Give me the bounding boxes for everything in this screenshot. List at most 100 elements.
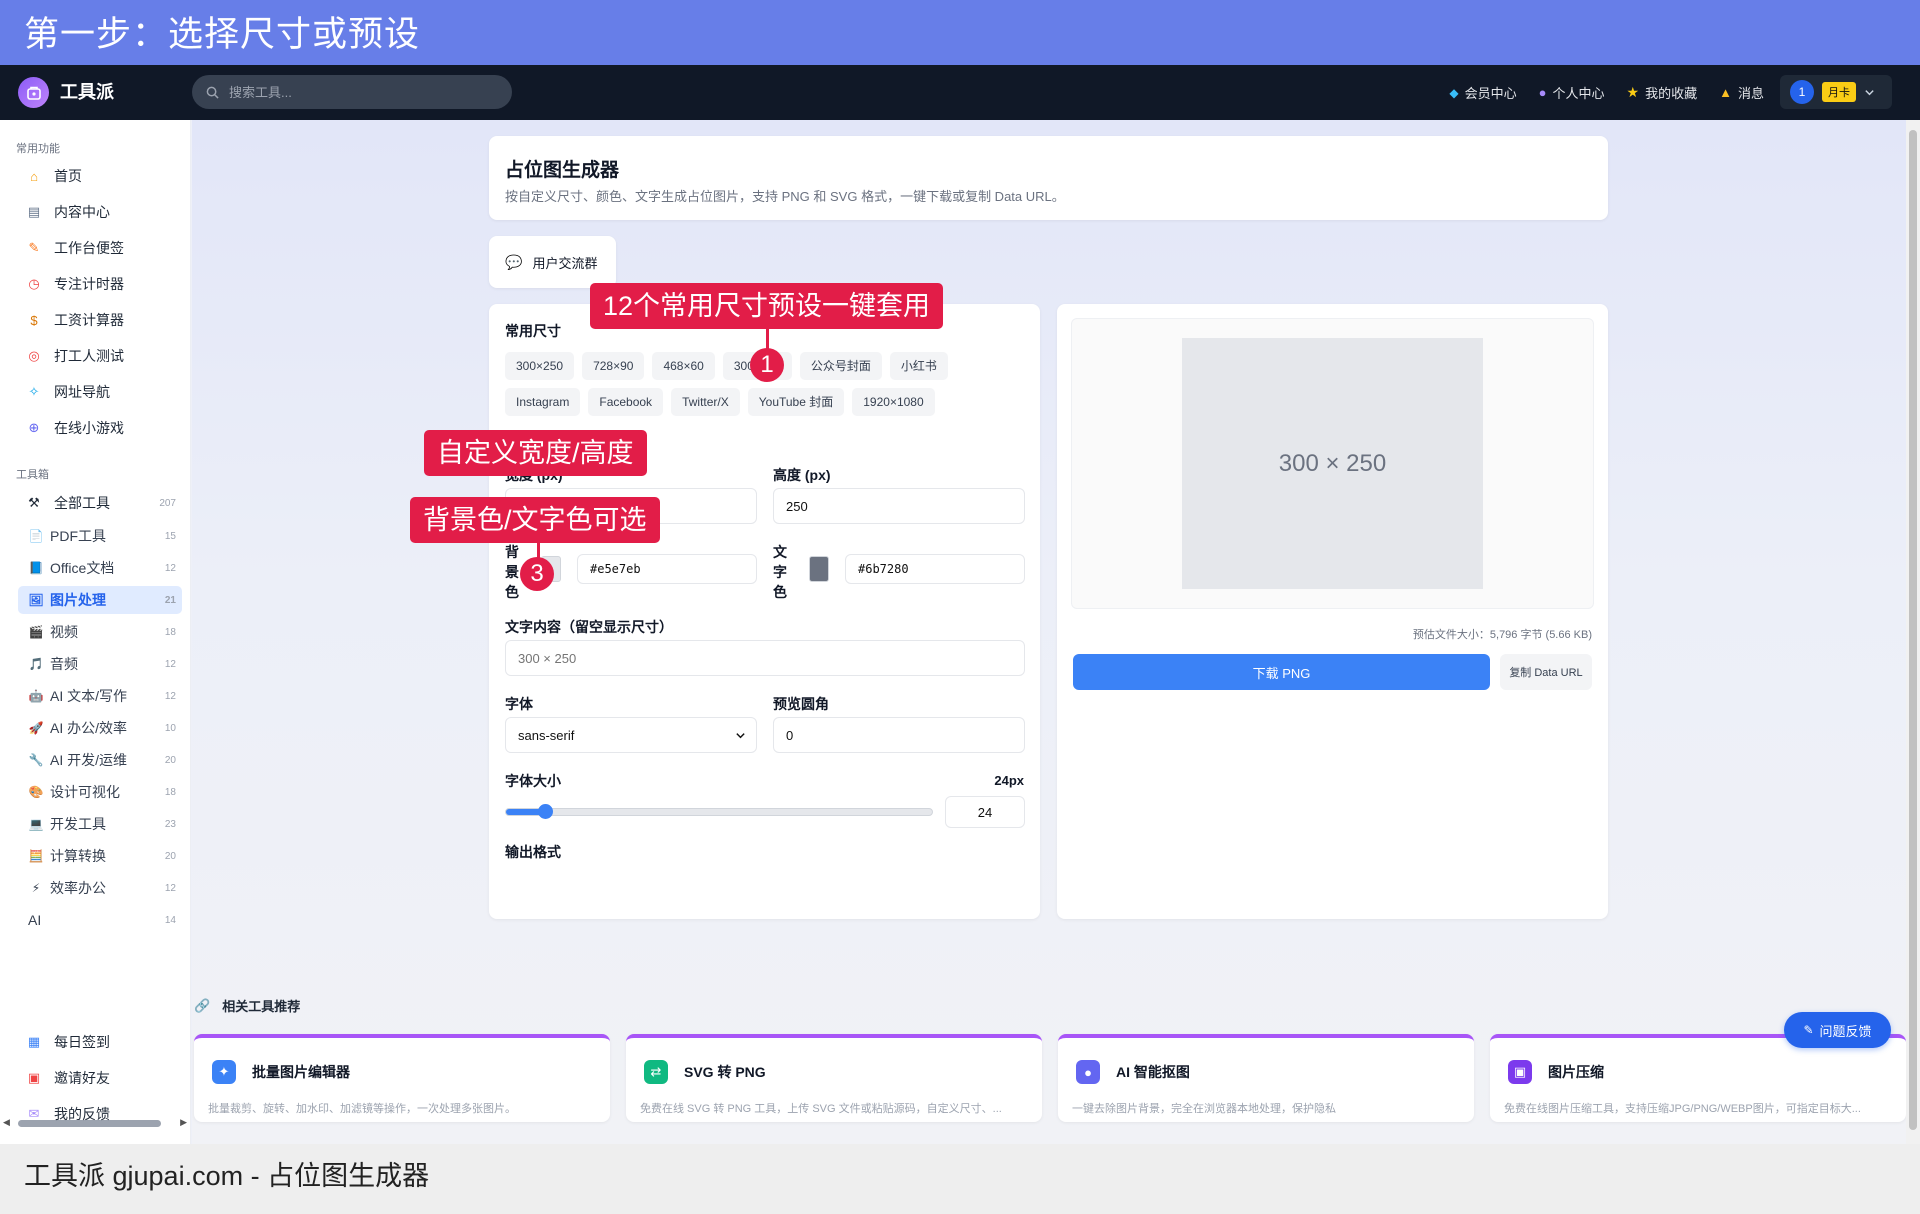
sidebar-item-7[interactable]: ⊕ 在线小游戏 xyxy=(16,412,184,444)
feedback-button[interactable]: ✎ 问题反馈 xyxy=(1784,1012,1891,1048)
sidebar-category-9[interactable]: 💻 开发工具 23 xyxy=(18,810,182,838)
page-header-card: 占位图生成器 按自定义尺寸、颜色、文字生成占位图片，支持 PNG 和 SVG 格… xyxy=(489,136,1608,220)
diamond-icon: ◆ xyxy=(1449,85,1459,100)
height-input[interactable] xyxy=(773,488,1025,524)
sidebar-bottom-item-1[interactable]: ▣ 邀请好友 xyxy=(16,1062,184,1094)
text-content-input[interactable] xyxy=(505,640,1025,676)
speech-bubble-icon: 💬 xyxy=(505,253,523,270)
related-tool-description: 免费在线 SVG 转 PNG 工具，上传 SVG 文件或粘贴源码，自定义尺寸、.… xyxy=(640,1103,1002,1115)
bg-color-label: 背景色 xyxy=(505,544,519,600)
category-icon: 💻 xyxy=(28,817,44,831)
sidebar-item-1[interactable]: ▤ 内容中心 xyxy=(16,196,184,228)
gift-icon: ▣ xyxy=(27,1070,41,1085)
sidebar-item-5[interactable]: ◎ 打工人测试 xyxy=(16,340,184,372)
callout-size: 自定义宽度/高度 xyxy=(424,430,647,476)
sidebar-category-3[interactable]: 🎬 视频 18 xyxy=(18,618,182,646)
user-menu[interactable]: 1 月卡 xyxy=(1780,75,1892,109)
related-tool-description: 一键去除图片背景，完全在浏览器本地处理，保护隐私 xyxy=(1072,1103,1336,1115)
sidebar-item-3[interactable]: ◷ 专注计时器 xyxy=(16,268,184,300)
font-size-display: 24px xyxy=(994,773,1024,788)
page-subtitle: 按自定义尺寸、颜色、文字生成占位图片，支持 PNG 和 SVG 格式，一键下载或… xyxy=(505,189,1065,204)
app-name[interactable]: 工具派 xyxy=(60,79,114,105)
search-icon xyxy=(206,86,219,99)
preset-chip[interactable]: Twitter/X xyxy=(671,388,740,416)
sidebar-section-tools: 工具箱 xyxy=(16,469,49,481)
placeholder-preview-image: 300 × 250 xyxy=(1182,338,1483,589)
preview-panel: 300 × 250 预估文件大小：5,796 字节 (5.66 KB) 下载 P… xyxy=(1057,304,1608,919)
sidebar-category-6[interactable]: 🚀 AI 办公/效率 10 xyxy=(18,714,182,742)
category-icon: 🔧 xyxy=(28,753,44,767)
top-navbar: 工具派 ◆会员中心 ●个人中心 ★我的收藏 ▲消息 1 月卡 xyxy=(0,65,1920,120)
font-select[interactable]: sans-serif xyxy=(505,717,757,753)
sidebar-item-all-tools[interactable]: ⚒ 全部工具 207 xyxy=(16,487,184,519)
sidebar-item-6[interactable]: ✧ 网址导航 xyxy=(16,376,184,408)
sidebar-category-1[interactable]: 📘 Office文档 12 xyxy=(18,554,182,582)
copy-data-url-button[interactable]: 复制 Data URL xyxy=(1500,654,1592,690)
sidebar-category-12[interactable]: AI 14 xyxy=(18,906,182,934)
download-png-button[interactable]: 下载 PNG xyxy=(1073,654,1490,690)
category-icon: 🎵 xyxy=(28,657,44,671)
related-tool-description: 批量裁剪、旋转、加水印、加滤镜等操作，一次处理多张图片。 xyxy=(208,1103,516,1115)
related-tool-card[interactable]: ✦ 批量图片编辑器 批量裁剪、旋转、加水印、加滤镜等操作，一次处理多张图片。 xyxy=(194,1034,610,1122)
sidebar-item-4[interactable]: $ 工资计算器 xyxy=(16,304,184,336)
fg-color-label: 文字色 xyxy=(773,544,787,600)
bg-color-input[interactable] xyxy=(577,554,757,584)
banner-title: 第一步：选择尺寸或预设 xyxy=(0,0,1920,65)
font-size-input[interactable] xyxy=(945,796,1025,828)
related-tool-title: 图片压缩 xyxy=(1548,1064,1604,1080)
search-bar[interactable] xyxy=(192,75,512,109)
preset-chip[interactable]: Instagram xyxy=(505,388,581,416)
sidebar-category-10[interactable]: 🧮 计算转换 20 xyxy=(18,842,182,870)
fg-color-swatch[interactable] xyxy=(809,556,829,582)
logo-icon[interactable] xyxy=(18,77,49,108)
community-group-button[interactable]: 💬 用户交流群 xyxy=(489,236,616,288)
related-tool-description: 免费在线图片压缩工具，支持压缩JPG/PNG/WEBP图片，可指定目标大... xyxy=(1504,1103,1861,1115)
sidebar-bottom-item-2[interactable]: ✉ 我的反馈 xyxy=(16,1098,184,1130)
sidebar-item-2[interactable]: ✎ 工作台便签 xyxy=(16,232,184,264)
related-tool-card[interactable]: ⇄ SVG 转 PNG 免费在线 SVG 转 PNG 工具，上传 SVG 文件或粘贴… xyxy=(626,1034,1042,1122)
main-content xyxy=(192,120,1920,1144)
preset-chip[interactable]: Facebook xyxy=(588,388,664,416)
preset-chip[interactable]: 1920×1080 xyxy=(852,388,935,416)
sidebar: 常用功能 ⌂ 首页 ▤ 内容中心 ✎ 工作台便签 ◷ 专注计时器 $ 工资计算器 ◎ 打工人测试 ✧ 网址… xyxy=(0,120,191,1144)
page-title: 占位图生成器 xyxy=(505,160,620,181)
callout-colors: 背景色/文字色可选 xyxy=(410,497,660,543)
link-icon: 🔗 xyxy=(194,997,211,1013)
presets-label: 常用尺寸 xyxy=(505,323,561,339)
sidebar-category-11[interactable]: ⚡ 效率办公 12 xyxy=(18,874,182,902)
sidebar-category-8[interactable]: 🎨 设计可视化 18 xyxy=(18,778,182,806)
related-tool-card[interactable]: ● AI 智能抠图 一键去除图片背景，完全在浏览器本地处理，保护隐私 xyxy=(1058,1034,1474,1122)
member-center-link[interactable]: ◆ 会员中心 xyxy=(1449,83,1516,102)
callout-presets: 12个常用尺寸预设一键套用 xyxy=(590,283,944,329)
sidebar-category-2[interactable]: 🖼 图片处理 21 xyxy=(18,586,182,614)
fg-color-input[interactable] xyxy=(845,554,1025,584)
newspaper-icon: ▤ xyxy=(27,204,41,219)
slider-handle[interactable] xyxy=(537,804,553,819)
sidebar-category-4[interactable]: 🎵 音频 12 xyxy=(18,650,182,678)
compass-icon: ✧ xyxy=(28,384,40,399)
height-label: 高度 (px) xyxy=(773,467,831,483)
preset-chip[interactable]: YouTube 封面 xyxy=(747,388,845,416)
favorites-link[interactable]: ★ 我的收藏 xyxy=(1627,83,1698,102)
messages-link[interactable]: ▲ 消息 xyxy=(1719,83,1764,102)
profile-link[interactable]: ● 个人中心 xyxy=(1539,83,1605,102)
edit-icon: ✎ xyxy=(1803,1023,1814,1037)
sidebar-category-5[interactable]: 🤖 AI 文本/写作 12 xyxy=(18,682,182,710)
preset-chip[interactable]: 728×90 xyxy=(582,352,645,380)
sidebar-category-0[interactable]: 📄 PDF工具 15 xyxy=(18,522,182,550)
search-input[interactable] xyxy=(229,84,489,100)
sidebar-item-0[interactable]: ⌂ 首页 xyxy=(16,160,184,192)
sparkle-icon: ✦ xyxy=(212,1060,236,1084)
page-scrollbar[interactable] xyxy=(1906,120,1920,1144)
chat-icon: ✉ xyxy=(28,1106,40,1121)
preset-chip[interactable]: 468×60 xyxy=(652,352,715,380)
preset-chip[interactable]: 公众号封面 xyxy=(799,352,882,380)
target-icon: ◎ xyxy=(28,348,40,363)
sidebar-bottom-item-0[interactable]: ▦ 每日签到 xyxy=(16,1026,184,1058)
font-size-slider[interactable] xyxy=(505,804,933,819)
sidebar-category-7[interactable]: 🔧 AI 开发/运维 20 xyxy=(18,746,182,774)
preset-chip[interactable]: 300×250 xyxy=(505,352,575,380)
radius-input[interactable] xyxy=(773,717,1025,753)
preset-chip[interactable]: 小红书 xyxy=(889,352,948,380)
footer-caption: 工具派 gjupai.com - 占位图生成器 xyxy=(0,1144,1920,1214)
